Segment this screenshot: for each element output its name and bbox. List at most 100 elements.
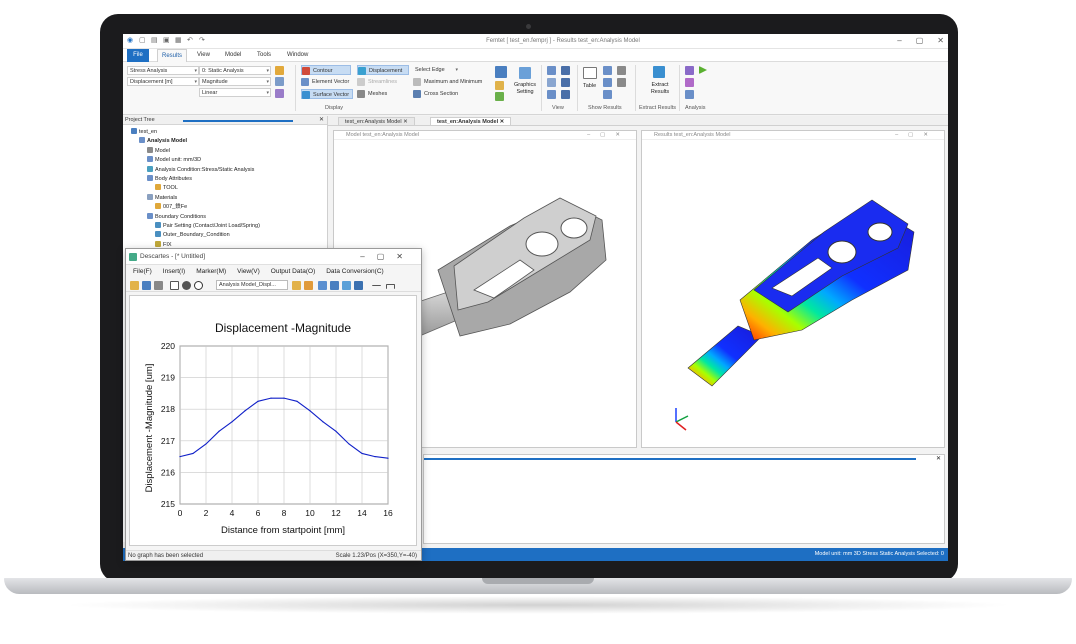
- folder-icon[interactable]: [292, 281, 301, 290]
- run-analysis-icon[interactable]: [699, 66, 707, 74]
- view-icon-2[interactable]: [561, 66, 570, 75]
- print-icon[interactable]: [154, 281, 163, 290]
- open-icon[interactable]: [130, 281, 139, 290]
- edit-icon[interactable]: [304, 281, 313, 290]
- component-select[interactable]: Magnitude: [199, 77, 271, 86]
- bracket-icon[interactable]: [386, 284, 395, 289]
- tree-item[interactable]: Analysis Model: [139, 137, 187, 145]
- tab-results-doc[interactable]: test_en:Analysis Model ✕: [430, 117, 512, 126]
- new-icon[interactable]: ▢: [139, 37, 147, 45]
- palette-icon[interactable]: [275, 66, 284, 75]
- tab-window[interactable]: Window: [283, 49, 312, 62]
- data-select[interactable]: Analysis Model_Displ...: [216, 280, 288, 290]
- element-vector-button[interactable]: Element Vector: [301, 77, 355, 87]
- pane-close-icon[interactable]: ✕: [319, 116, 324, 125]
- grid-icon[interactable]: [170, 281, 179, 290]
- streamlines-button[interactable]: Streamlines: [357, 77, 409, 87]
- analysis-icon-3[interactable]: [685, 90, 694, 99]
- descartes-window-controls[interactable]: –▢✕: [360, 249, 415, 265]
- table-label[interactable]: Table: [583, 82, 596, 90]
- results-view[interactable]: Results test_en:Analysis Model –▢✕: [641, 130, 945, 448]
- view-icon-3[interactable]: [547, 78, 556, 87]
- tab-model-doc[interactable]: test_en:Analysis Model ✕: [338, 117, 415, 126]
- tree-item[interactable]: 007_鉄Fe: [155, 203, 187, 211]
- displacement-button[interactable]: Displacement: [357, 65, 409, 75]
- arrow-icon[interactable]: [372, 281, 381, 286]
- open-icon[interactable]: ▤: [151, 37, 159, 45]
- target-icon[interactable]: [182, 281, 191, 290]
- redo-icon[interactable]: ↷: [199, 37, 207, 45]
- tree-item[interactable]: test_en: [131, 128, 157, 136]
- tree-item[interactable]: Body Attributes: [147, 175, 192, 183]
- graphics-setting-label[interactable]: Graphics Setting: [511, 82, 539, 96]
- menu-file[interactable]: File(F): [133, 265, 152, 278]
- show-results-icon-5[interactable]: [603, 90, 612, 99]
- menu-view[interactable]: View(V): [237, 265, 260, 278]
- tab-model[interactable]: Model: [221, 49, 245, 62]
- menu-marker[interactable]: Marker(M): [196, 265, 226, 278]
- graphics-setting-icon[interactable]: [519, 67, 531, 79]
- tree-item[interactable]: Outer_Boundary_Condition: [155, 231, 230, 239]
- tool-icon-4[interactable]: [354, 281, 363, 290]
- analysis-icon-2[interactable]: [685, 78, 694, 87]
- save-icon[interactable]: [142, 281, 151, 290]
- crosshair-icon[interactable]: [194, 281, 203, 290]
- minimize-button[interactable]: –: [897, 36, 901, 45]
- contour-button[interactable]: Contour: [301, 65, 351, 75]
- output-close-icon[interactable]: ✕: [936, 455, 941, 462]
- tab-view[interactable]: View: [193, 49, 214, 62]
- result-type-select[interactable]: Stress Analysis: [127, 66, 199, 75]
- y-tick-label: 217: [161, 436, 175, 446]
- menu-data-conversion[interactable]: Data Conversion(C): [326, 265, 383, 278]
- menu-output-data[interactable]: Output Data(O): [271, 265, 315, 278]
- save-icon[interactable]: ▣: [163, 37, 171, 45]
- show-results-icon-1[interactable]: [603, 66, 612, 75]
- chart-area[interactable]: Displacement -Magnitude Displacement -Ma…: [129, 295, 417, 546]
- tool-icon-2[interactable]: [330, 281, 339, 290]
- settings-icon[interactable]: [275, 77, 284, 86]
- analysis-group-label: Analysis: [685, 105, 706, 111]
- tab-file[interactable]: File: [127, 49, 149, 62]
- view-icon-1[interactable]: [547, 66, 556, 75]
- table-icon[interactable]: [583, 67, 597, 79]
- cross-section-button[interactable]: Cross Section: [413, 89, 469, 99]
- show-results-icon-4[interactable]: [617, 78, 626, 87]
- graphics-icon[interactable]: [495, 66, 507, 78]
- maximize-button[interactable]: ▢: [916, 36, 924, 45]
- tree-item[interactable]: Model: [147, 146, 170, 155]
- view-icon-6[interactable]: [561, 90, 570, 99]
- tree-item[interactable]: Model unit: mm/3D: [147, 156, 201, 164]
- laptop-shadow: [60, 596, 1016, 614]
- tree-item[interactable]: Boundary Conditions: [147, 212, 206, 221]
- menu-insert[interactable]: Insert(I): [163, 265, 185, 278]
- analysis-icon-1[interactable]: [685, 66, 694, 75]
- max-min-button[interactable]: Maximum and Minimum: [413, 77, 495, 87]
- undo-icon[interactable]: ↶: [187, 37, 195, 45]
- print-icon[interactable]: ▦: [175, 37, 183, 45]
- extract-results-icon[interactable]: [653, 66, 665, 78]
- show-results-icon-2[interactable]: [617, 66, 626, 75]
- tab-tools[interactable]: Tools: [253, 49, 275, 62]
- tab-results[interactable]: Results: [157, 49, 188, 62]
- meshes-button[interactable]: Meshes: [357, 89, 397, 99]
- scale-select[interactable]: Linear: [199, 88, 271, 97]
- tree-item[interactable]: TOOL: [155, 184, 178, 192]
- surface-vector-button[interactable]: Surface Vector: [301, 89, 353, 99]
- tool-icon-1[interactable]: [318, 281, 327, 290]
- select-edge-select[interactable]: Select Edge: [413, 66, 459, 75]
- view-icon-5[interactable]: [547, 90, 556, 99]
- quantity-select[interactable]: Displacement [m]: [127, 77, 199, 86]
- close-button[interactable]: ✕: [937, 36, 944, 45]
- analysis-kind-select[interactable]: 0: Static Analysis: [199, 66, 271, 75]
- window-title: Femtet [ test_en.femprj ] - Results test…: [486, 38, 640, 44]
- tree-item[interactable]: Pair Setting (Contact/Joint Load/Spring): [155, 222, 260, 230]
- range-icon[interactable]: [275, 89, 284, 98]
- show-results-icon-3[interactable]: [603, 78, 612, 87]
- tool-icon-3[interactable]: [342, 281, 351, 290]
- data-point: [335, 430, 337, 432]
- tree-item[interactable]: Materials: [147, 193, 177, 202]
- extract-results-button[interactable]: Extract Results: [645, 82, 675, 96]
- view-icon-4[interactable]: [561, 78, 570, 87]
- tree-item-label: Model unit: mm/3D: [155, 157, 202, 164]
- tree-item[interactable]: Analysis Condition:Stress/Static Analysi…: [147, 165, 254, 174]
